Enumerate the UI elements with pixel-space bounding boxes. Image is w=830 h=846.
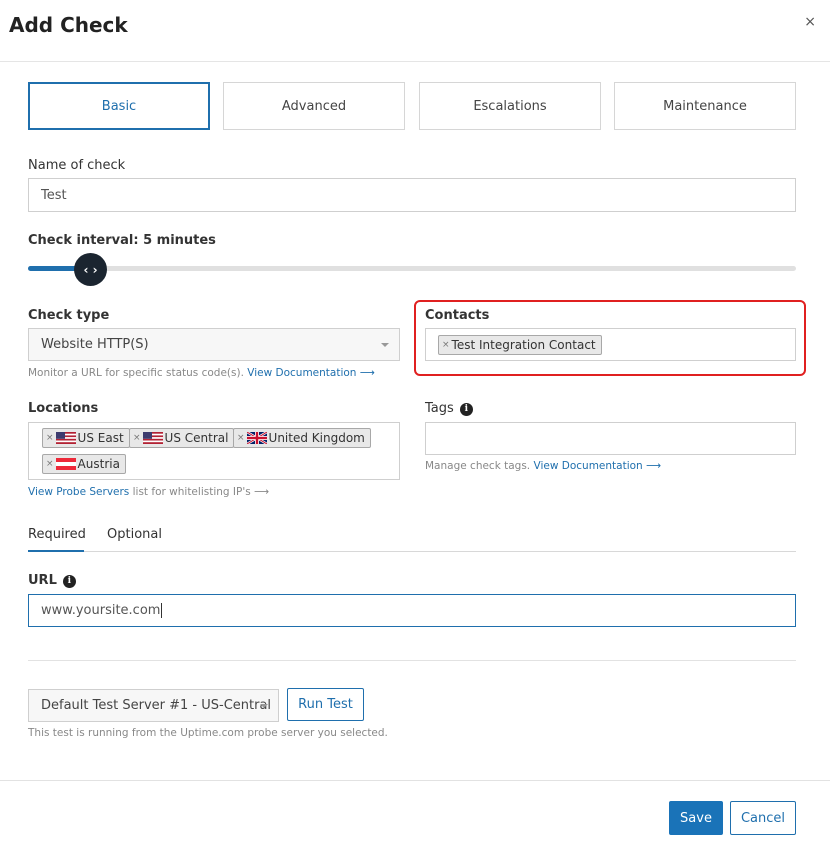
close-icon[interactable]: × [804,14,816,30]
subtab-optional[interactable]: Optional [107,527,162,542]
location-chip-label: US East [77,431,124,445]
tab-basic[interactable]: Basic [28,82,210,130]
remove-chip-icon[interactable]: × [46,433,54,443]
contact-chip[interactable]: × Test Integration Contact [438,335,602,355]
url-input[interactable]: www.yoursite.com [28,594,796,627]
remove-chip-icon[interactable]: × [442,340,450,350]
info-icon[interactable]: i [459,403,473,416]
check-type-help: Monitor a URL for specific status code(s… [28,367,375,379]
chevron-down-icon [260,703,268,708]
subtab-divider [28,551,796,552]
check-type-select[interactable]: Website HTTP(S) [28,328,400,361]
remove-chip-icon[interactable]: × [133,433,141,443]
cancel-button[interactable]: Cancel [730,801,796,835]
locations-label: Locations [28,401,99,416]
location-chip-label: US Central [164,431,229,445]
check-interval-label: Check interval: 5 minutes [28,233,216,248]
us-flag-icon [55,432,76,444]
name-of-check-input[interactable]: Test [28,178,796,212]
contact-chip-label: Test Integration Contact [451,338,596,352]
tab-maintenance[interactable]: Maintenance [614,82,796,130]
remove-chip-icon[interactable]: × [237,433,245,443]
tab-escalations[interactable]: Escalations [419,82,601,130]
subtab-active-indicator [28,550,84,552]
us-flag-icon [142,432,163,444]
dialog-header: Add Check × [0,0,830,62]
subtab-required[interactable]: Required [28,527,86,542]
remove-chip-icon[interactable]: × [46,459,54,469]
section-divider [28,660,796,661]
view-probe-servers-link[interactable]: View Probe Servers [28,486,129,498]
save-button[interactable]: Save [669,801,723,835]
name-of-check-label: Name of check [28,158,126,173]
test-server-value: Default Test Server #1 - US-Central [41,698,272,713]
uk-flag-icon [246,432,267,444]
check-type-help-text: Monitor a URL for specific status code(s… [28,367,244,379]
locations-help-text: list for whitelisting IP's ⟶ [132,486,270,498]
interval-slider-handle[interactable]: ‹ › [74,253,107,286]
tags-label-row: Tags i [425,401,473,416]
location-chip-label: Austria [77,457,120,471]
tags-input[interactable] [425,422,796,455]
location-chip-us-central[interactable]: × US Central [129,428,235,448]
dialog-title: Add Check [9,13,128,37]
check-type-doc-link[interactable]: View Documentation ⟶ [247,367,375,379]
tags-label: Tags [425,401,454,416]
location-chip-austria[interactable]: × Austria [42,454,126,474]
interval-slider-track[interactable] [28,266,796,271]
tags-doc-link[interactable]: View Documentation ⟶ [534,460,662,472]
check-type-label: Check type [28,308,110,323]
run-test-button[interactable]: Run Test [287,688,364,721]
chevron-down-icon [381,342,389,347]
test-server-help: This test is running from the Uptime.com… [28,727,388,739]
url-value: www.yoursite.com [41,603,161,618]
location-chip-us-east[interactable]: × US East [42,428,130,448]
tags-help-text: Manage check tags. [425,460,531,472]
location-chip-united-kingdom[interactable]: × United Kingdom [233,428,371,448]
contacts-label: Contacts [425,308,490,323]
url-label: URL [28,573,57,588]
locations-help: View Probe Servers list for whitelisting… [28,486,269,498]
footer-divider [0,780,830,781]
check-type-value: Website HTTP(S) [41,337,149,352]
austria-flag-icon [55,458,76,470]
text-cursor [161,603,163,618]
location-chip-label: United Kingdom [268,431,365,445]
info-icon[interactable]: i [62,575,76,588]
test-server-select[interactable]: Default Test Server #1 - US-Central [28,689,279,722]
url-label-row: URL i [28,573,76,588]
tags-help: Manage check tags. View Documentation ⟶ [425,460,661,472]
tab-advanced[interactable]: Advanced [223,82,405,130]
